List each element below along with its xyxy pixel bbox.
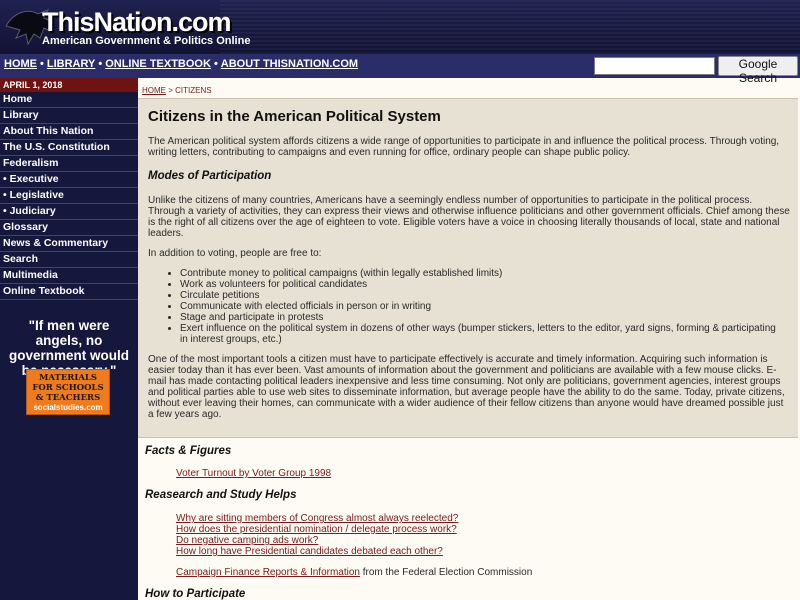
list-item: Circulate petitions	[180, 290, 786, 301]
site-banner: ThisNation.com American Government & Pol…	[0, 0, 800, 54]
research-link-nomination[interactable]: How does the presidential nomination / d…	[176, 524, 457, 535]
top-nav-links: HOME • LIBRARY • ONLINE TEXTBOOK • ABOUT THISN…	[4, 58, 358, 70]
modes-paragraph: Unlike the citizens of many countries, A…	[148, 195, 790, 239]
info-paragraph: One of the most important tools a citize…	[148, 354, 785, 420]
breadcrumb-current: CITIZENS	[175, 86, 212, 95]
banner-stripes	[220, 0, 800, 54]
list-intro: In addition to voting, people are free t…	[148, 248, 322, 259]
google-search-button[interactable]: Google Search	[718, 56, 798, 85]
badge-line-3: & TEACHERS	[35, 393, 101, 403]
page-title: Citizens in the American Political Syste…	[148, 108, 441, 125]
nav-home[interactable]: HOME	[4, 58, 37, 70]
materials-badge[interactable]: MATERIALS FOR SCHOOLS & TEACHERS socials…	[26, 369, 110, 415]
nav-library[interactable]: LIBRARY	[47, 58, 95, 70]
nav-separator: •	[40, 58, 44, 70]
nav-online-textbook[interactable]: ONLINE TEXTBOOK	[105, 58, 211, 70]
sidebar-item-search[interactable]: Search	[0, 252, 138, 268]
badge-site: socialstudies.com	[33, 403, 103, 412]
search-input[interactable]	[594, 57, 715, 75]
badge-line-2: FOR SCHOOLS	[32, 383, 104, 393]
sidebar: APRIL 1, 2018 Home Library About This Na…	[0, 78, 138, 600]
breadcrumb-home[interactable]: HOME	[142, 86, 166, 95]
nav-separator: •	[98, 58, 103, 70]
sidebar-item-multimedia[interactable]: Multimedia	[0, 268, 138, 284]
research-link-reelected[interactable]: Why are sitting members of Congress almo…	[176, 513, 458, 524]
nav-separator: •	[213, 58, 218, 70]
sidebar-item-online-textbook[interactable]: Online Textbook	[0, 284, 138, 300]
voter-turnout-link[interactable]: Voter Turnout by Voter Group 1998	[176, 468, 331, 479]
sidebar-item-news[interactable]: News & Commentary	[0, 236, 138, 252]
breadcrumb-separator: >	[166, 86, 176, 95]
list-item: Work as volunteers for political candida…	[180, 279, 786, 290]
sidebar-item-executive[interactable]: • Executive	[0, 172, 138, 188]
sidebar-item-judiciary[interactable]: • Judiciary	[0, 204, 138, 220]
article-panel: Citizens in the American Political Syste…	[138, 98, 798, 438]
sidebar-item-library[interactable]: Library	[0, 108, 138, 124]
activity-list: Contribute money to political campaigns …	[166, 268, 786, 345]
list-item: Stage and participate in protests	[180, 312, 786, 323]
sidebar-item-about[interactable]: About This Nation	[0, 124, 138, 140]
sidebar-item-glossary[interactable]: Glossary	[0, 220, 138, 236]
research-link-negative-ads[interactable]: Do negative camping ads work?	[176, 535, 318, 546]
breadcrumb: HOME > CITIZENS	[142, 86, 212, 95]
sidebar-item-constitution[interactable]: The U.S. Constitution	[0, 140, 138, 156]
sidebar-item-legislative[interactable]: • Legislative	[0, 188, 138, 204]
sidebar-item-home[interactable]: Home	[0, 92, 138, 108]
campaign-finance-suffix: from the Federal Election Commission	[359, 567, 533, 578]
site-tagline: American Government & Politics Online	[42, 35, 251, 47]
date-bar: APRIL 1, 2018	[0, 78, 138, 92]
list-item: Exert influence on the political system …	[180, 323, 786, 345]
intro-paragraph: The American political system affords ci…	[148, 136, 780, 158]
list-item: Contribute money to political campaigns …	[180, 268, 786, 279]
modes-heading: Modes of Participation	[148, 170, 272, 182]
research-link-debates[interactable]: How long have Presidential candidates de…	[176, 546, 443, 557]
facts-heading: Facts & Figures	[145, 445, 232, 457]
sidebar-menu: Home Library About This Nation The U.S. …	[0, 92, 138, 300]
list-item: Communicate with elected officials in pe…	[180, 301, 786, 312]
campaign-finance-link[interactable]: Campaign Finance Reports & Information	[176, 567, 360, 578]
nav-about[interactable]: ABOUT THISNATION.COM	[221, 58, 358, 70]
badge-line-1: MATERIALS	[38, 373, 98, 383]
research-heading: Reasearch and Study Helps	[145, 489, 297, 501]
campaign-finance-row: Campaign Finance Reports & Information f…	[176, 567, 532, 578]
site-title[interactable]: ThisNation.com	[42, 8, 232, 36]
sidebar-item-federalism[interactable]: Federalism	[0, 156, 138, 172]
participate-heading: How to Participate	[145, 588, 246, 600]
